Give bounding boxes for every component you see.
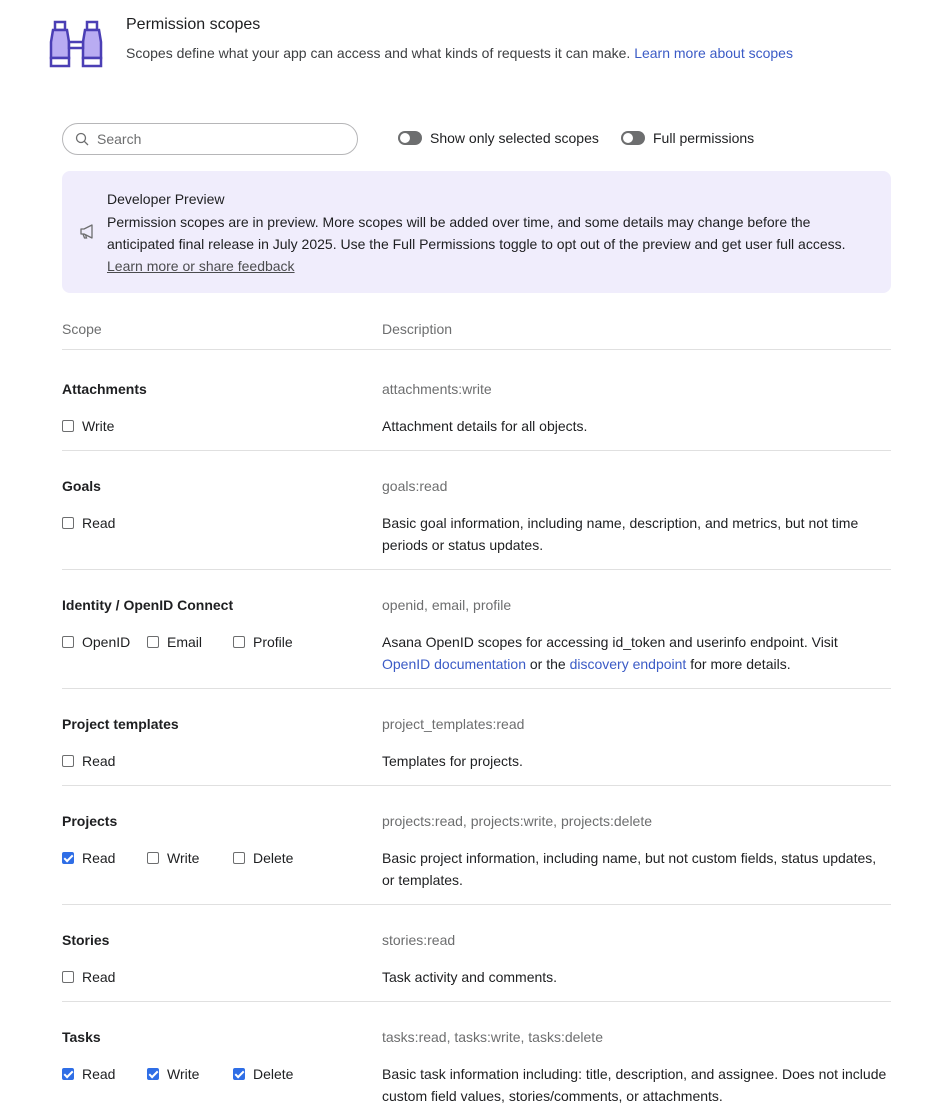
row-divider	[62, 688, 891, 689]
checkbox-checked[interactable]	[62, 1068, 74, 1080]
scope-description: Basic goal information, including name, …	[382, 515, 859, 553]
identity-openid-connect-profile-checkbox[interactable]: Profile	[233, 631, 293, 653]
scope-code: project_templates:read	[382, 716, 525, 732]
attachments-write-checkbox[interactable]: Write	[62, 415, 114, 437]
discovery-endpoint-link[interactable]: discovery endpoint	[570, 656, 687, 672]
page-subtitle: Scopes define what your app can access a…	[126, 45, 793, 61]
checkbox-label: OpenID	[82, 634, 131, 650]
checkbox-label: Read	[82, 969, 116, 985]
checkbox-label: Write	[167, 1066, 200, 1082]
checkbox-checked[interactable]	[147, 1068, 159, 1080]
show-selected-toggle[interactable]	[398, 131, 422, 145]
banner-body: Permission scopes are in preview. More s…	[107, 214, 846, 252]
identity-openid-connect-openid-checkbox[interactable]: OpenID	[62, 631, 130, 653]
checkbox-unchecked[interactable]	[147, 636, 159, 648]
full-permissions-label: Full permissions	[653, 130, 755, 146]
header-divider	[62, 349, 891, 350]
checkbox-unchecked[interactable]	[62, 517, 74, 529]
openid-documentation-link[interactable]: OpenID documentation	[382, 656, 526, 672]
full-permissions-toggle-group: Full permissions	[621, 130, 754, 146]
feedback-link[interactable]: Learn more or share feedback	[107, 258, 295, 274]
checkbox-label: Write	[167, 850, 200, 866]
full-permissions-toggle[interactable]	[621, 131, 645, 145]
show-selected-label: Show only selected scopes	[430, 130, 599, 146]
checkbox-unchecked[interactable]	[233, 852, 245, 864]
row-divider	[62, 904, 891, 905]
row-divider	[62, 785, 891, 786]
checkbox-label: Delete	[253, 1066, 294, 1082]
checkbox-checked[interactable]	[233, 1068, 245, 1080]
projects-delete-checkbox[interactable]: Delete	[233, 847, 293, 869]
project-templates-read-checkbox[interactable]: Read	[62, 750, 115, 772]
checkbox-unchecked[interactable]	[62, 971, 74, 983]
scope-code: tasks:read, tasks:write, tasks:delete	[382, 1029, 603, 1045]
scope-code: projects:read, projects:write, projects:…	[382, 813, 653, 829]
megaphone-icon	[80, 224, 93, 239]
scope-description: Attachment details for all objects.	[382, 418, 588, 434]
search-box[interactable]	[62, 123, 358, 155]
description-text: or the	[525, 656, 570, 672]
scope-description: Templates for projects.	[382, 753, 523, 769]
scope-title: Identity / OpenID Connect	[62, 597, 234, 613]
checkbox-label: Profile	[253, 634, 293, 650]
banner-text: Permission scopes are in preview. More s…	[107, 211, 867, 277]
page-title: Permission scopes	[126, 16, 261, 33]
identity-openid-connect-email-checkbox[interactable]: Email	[147, 631, 202, 653]
checkbox-unchecked[interactable]	[147, 852, 159, 864]
scope-title: Projects	[62, 813, 118, 829]
checkbox-unchecked[interactable]	[233, 636, 245, 648]
scope-code: attachments:write	[382, 381, 492, 397]
scope-column-header: Scope	[62, 321, 102, 337]
checkbox-label: Read	[82, 850, 116, 866]
row-divider	[62, 569, 891, 570]
checkbox-checked[interactable]	[62, 852, 74, 864]
developer-preview-banner: Developer Preview Permission scopes are …	[62, 171, 891, 293]
scope-title: Goals	[62, 478, 101, 494]
page-header: Permission scopes Scopes define what you…	[48, 14, 908, 74]
description-column-header: Description	[382, 321, 453, 337]
search-input[interactable]	[97, 131, 337, 147]
projects-read-checkbox[interactable]: Read	[62, 847, 115, 869]
scope-description: Task activity and comments.	[382, 969, 558, 985]
stories-read-checkbox[interactable]: Read	[62, 966, 115, 988]
checkbox-unchecked[interactable]	[62, 420, 74, 432]
scope-description: Basic project information, including nam…	[382, 850, 877, 888]
search-icon	[75, 132, 89, 146]
show-selected-toggle-group: Show only selected scopes	[398, 130, 599, 146]
projects-write-checkbox[interactable]: Write	[147, 847, 199, 869]
scope-title: Stories	[62, 932, 110, 948]
description-text: for more details.	[686, 656, 791, 672]
checkbox-label: Read	[82, 515, 116, 531]
binoculars-icon	[49, 20, 103, 68]
row-divider	[62, 1001, 891, 1002]
scope-code: openid, email, profile	[382, 597, 512, 613]
checkbox-label: Email	[167, 634, 203, 650]
checkbox-label: Write	[82, 418, 115, 434]
checkbox-unchecked[interactable]	[62, 636, 74, 648]
row-divider	[62, 450, 891, 451]
scope-code: stories:read	[382, 932, 456, 948]
checkbox-label: Delete	[253, 850, 294, 866]
learn-more-scopes-link[interactable]: Learn more about scopes	[634, 45, 793, 61]
checkbox-label: Read	[82, 753, 116, 769]
description-text: Asana OpenID scopes for accessing id_tok…	[382, 634, 838, 650]
scope-title: Tasks	[62, 1029, 101, 1045]
checkbox-unchecked[interactable]	[62, 755, 74, 767]
scope-title: Attachments	[62, 381, 147, 397]
tasks-delete-checkbox[interactable]: Delete	[233, 1063, 293, 1085]
scope-description: Basic task information including: title,…	[382, 1066, 887, 1104]
banner-title: Developer Preview	[107, 191, 225, 207]
scope-code: goals:read	[382, 478, 448, 494]
goals-read-checkbox[interactable]: Read	[62, 512, 115, 534]
scope-description: Asana OpenID scopes for accessing id_tok…	[382, 631, 887, 675]
tasks-read-checkbox[interactable]: Read	[62, 1063, 115, 1085]
scope-title: Project templates	[62, 716, 179, 732]
subtitle-text: Scopes define what your app can access a…	[126, 45, 631, 61]
tasks-write-checkbox[interactable]: Write	[147, 1063, 199, 1085]
checkbox-label: Read	[82, 1066, 116, 1082]
